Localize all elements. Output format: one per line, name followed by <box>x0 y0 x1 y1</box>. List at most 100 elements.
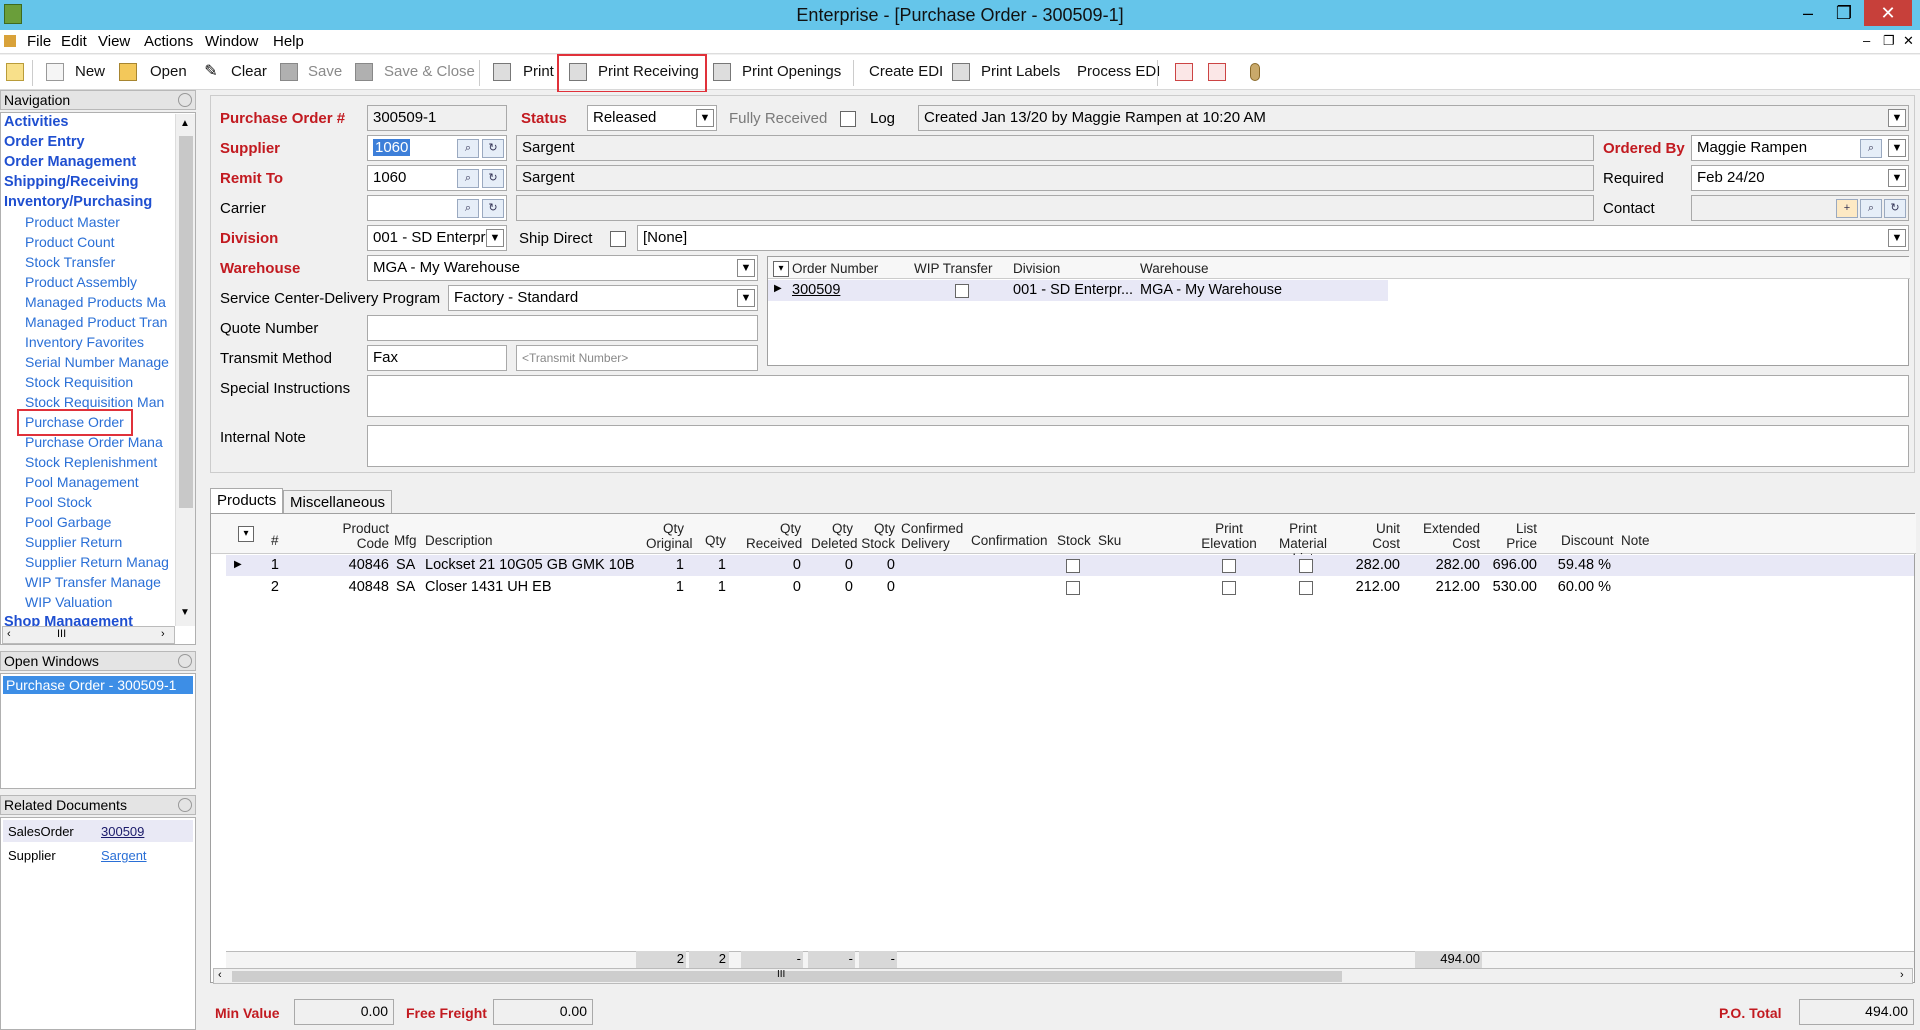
menu-edit[interactable]: Edit <box>61 33 87 50</box>
chevron-down-icon[interactable]: ▼ <box>1888 229 1906 247</box>
ordered-by-field[interactable]: Maggie Rampen ⌕ ▼ <box>1691 135 1909 161</box>
clear-button[interactable]: Clear <box>231 63 267 80</box>
print-openings-button[interactable]: Print Openings <box>742 63 841 80</box>
col-extended-cost[interactable]: Extended Cost <box>1421 521 1480 551</box>
menu-view[interactable]: View <box>98 33 130 50</box>
nav-category-inventory-purchasing[interactable]: Inventory/Purchasing <box>4 194 152 210</box>
lookup-icon[interactable]: ⌕ <box>457 169 479 188</box>
col-qty-stock[interactable]: Qty Stock <box>861 521 895 551</box>
qty-cell[interactable]: 1 <box>696 579 726 595</box>
mdi-close-button[interactable]: ✕ <box>1903 33 1914 49</box>
nav-category-shop-management[interactable]: Shop Management <box>4 614 133 626</box>
nav-item[interactable]: Pool Garbage <box>25 514 111 530</box>
nav-category-order-entry[interactable]: Order Entry <box>4 134 85 150</box>
nav-item[interactable]: Pool Stock <box>25 494 92 510</box>
menu-window[interactable]: Window <box>205 33 258 50</box>
minimize-button[interactable]: – <box>1790 0 1826 26</box>
print-material-list-checkbox[interactable] <box>1299 581 1313 595</box>
print-elevation-checkbox[interactable] <box>1222 581 1236 595</box>
col-sku[interactable]: Sku <box>1098 533 1121 548</box>
nav-item[interactable]: Stock Requisition Man <box>25 394 164 410</box>
note-icon[interactable] <box>6 63 24 81</box>
print-button[interactable]: Print <box>523 63 554 80</box>
chevron-down-icon[interactable]: ▼ <box>696 109 714 127</box>
col-print-elevation[interactable]: Print Elevation <box>1199 521 1259 551</box>
orders-col-wip-transfer[interactable]: WIP Transfer <box>914 261 993 276</box>
tab-miscellaneous[interactable]: Miscellaneous <box>283 490 393 514</box>
col-qty-original[interactable]: Qty Original <box>646 521 693 551</box>
chevron-down-icon[interactable]: ▼ <box>486 229 504 247</box>
col-confirmation[interactable]: Confirmation <box>971 533 1048 548</box>
chevron-down-icon[interactable]: ▼ <box>737 259 755 277</box>
related-link-supplier[interactable]: Sargent <box>101 848 147 863</box>
service-center-select[interactable]: Factory - Standard ▼ <box>448 285 758 311</box>
lookup-icon[interactable]: ⌕ <box>1860 199 1882 218</box>
open-button[interactable]: Open <box>150 63 187 80</box>
add-contact-icon[interactable]: + <box>1836 199 1858 218</box>
stock-checkbox[interactable] <box>1066 581 1080 595</box>
nav-item[interactable]: WIP Transfer Manage <box>25 574 161 590</box>
scroll-right-arrow-icon[interactable]: › <box>161 628 165 640</box>
status-select[interactable]: Released ▼ <box>587 105 717 131</box>
col-list-price[interactable]: List Price <box>1501 521 1537 551</box>
chevron-down-icon[interactable]: ▼ <box>1888 139 1906 157</box>
nav-item[interactable]: Supplier Return <box>25 534 122 550</box>
warehouse-select[interactable]: MGA - My Warehouse ▼ <box>367 255 758 281</box>
nav-item[interactable]: Inventory Favorites <box>25 334 144 350</box>
special-instructions-field[interactable] <box>367 375 1909 417</box>
pin-icon[interactable] <box>178 654 192 668</box>
scroll-thumb[interactable] <box>179 136 193 508</box>
pin-icon[interactable] <box>178 798 192 812</box>
supplier-code-field[interactable]: 1060 ⌕ ↻ <box>367 135 507 161</box>
quote-number-field[interactable] <box>367 315 758 341</box>
open-window-item[interactable]: Purchase Order - 300509-1 <box>3 676 193 694</box>
pin-icon[interactable] <box>178 93 192 107</box>
scroll-left-arrow-icon[interactable]: ‹ <box>7 628 11 640</box>
nav-item[interactable]: Stock Replenishment <box>25 454 157 470</box>
scroll-thumb[interactable]: III <box>57 628 66 640</box>
refresh-icon[interactable]: ↻ <box>482 139 504 158</box>
nav-category-activities[interactable]: Activities <box>4 114 68 130</box>
scroll-thumb[interactable] <box>232 971 1342 982</box>
orders-col-warehouse[interactable]: Warehouse <box>1140 261 1209 276</box>
col-mfg[interactable]: Mfg <box>394 533 417 548</box>
remit-to-code-field[interactable]: 1060 ⌕ ↻ <box>367 165 507 191</box>
chevron-down-icon[interactable]: ▼ <box>1888 109 1906 127</box>
maximize-button[interactable]: ❐ <box>1826 0 1862 26</box>
nav-item[interactable]: Pool Management <box>25 474 139 490</box>
scroll-right-arrow-icon[interactable]: › <box>1900 969 1904 981</box>
column-chooser-icon[interactable]: ▾ <box>238 526 254 542</box>
log-field[interactable]: Created Jan 13/20 by Maggie Rampen at 10… <box>918 105 1909 131</box>
nav-item[interactable]: Serial Number Manage <box>25 354 169 370</box>
save-button[interactable]: Save <box>308 63 342 80</box>
nav-item[interactable]: Managed Products Ma <box>25 294 166 310</box>
scroll-up-arrow-icon[interactable]: ▲ <box>180 118 190 129</box>
nav-item[interactable]: Product Master <box>25 214 120 230</box>
nav-category-order-management[interactable]: Order Management <box>4 154 136 170</box>
required-date-field[interactable]: Feb 24/20 ▼ <box>1691 165 1909 191</box>
create-edi-button[interactable]: Create EDI <box>869 63 943 80</box>
wip-transfer-checkbox[interactable] <box>955 284 969 298</box>
nav-category-shipping-receiving[interactable]: Shipping/Receiving <box>4 174 139 190</box>
menu-file[interactable]: File <box>27 33 51 50</box>
order-number-link[interactable]: 300509 <box>792 282 840 298</box>
nav-item[interactable]: Product Assembly <box>25 274 137 290</box>
column-chooser-icon[interactable]: ▾ <box>773 261 789 277</box>
paperclip-icon[interactable] <box>1250 63 1260 81</box>
nav-item[interactable]: Supplier Return Manag <box>25 554 169 570</box>
refresh-icon[interactable]: ↻ <box>482 169 504 188</box>
col-unit-cost[interactable]: Unit Cost <box>1364 521 1400 551</box>
checklist-icon[interactable] <box>1175 63 1193 81</box>
col-description[interactable]: Description <box>425 533 493 548</box>
nav-item[interactable]: Purchase Order Mana <box>25 434 163 450</box>
division-select[interactable]: 001 - SD Enterpr ▼ <box>367 225 507 251</box>
refresh-icon[interactable]: ↻ <box>482 199 504 218</box>
process-edi-button[interactable]: Process EDI <box>1077 63 1160 80</box>
col-qty-received[interactable]: Qty Received <box>746 521 802 551</box>
menu-help[interactable]: Help <box>273 33 304 50</box>
chevron-down-icon[interactable]: ▼ <box>1888 169 1906 187</box>
scroll-down-arrow-icon[interactable]: ▼ <box>180 607 190 618</box>
col-qty[interactable]: Qty <box>696 533 726 548</box>
close-button[interactable]: ✕ <box>1864 0 1912 26</box>
new-button[interactable]: New <box>75 63 105 80</box>
